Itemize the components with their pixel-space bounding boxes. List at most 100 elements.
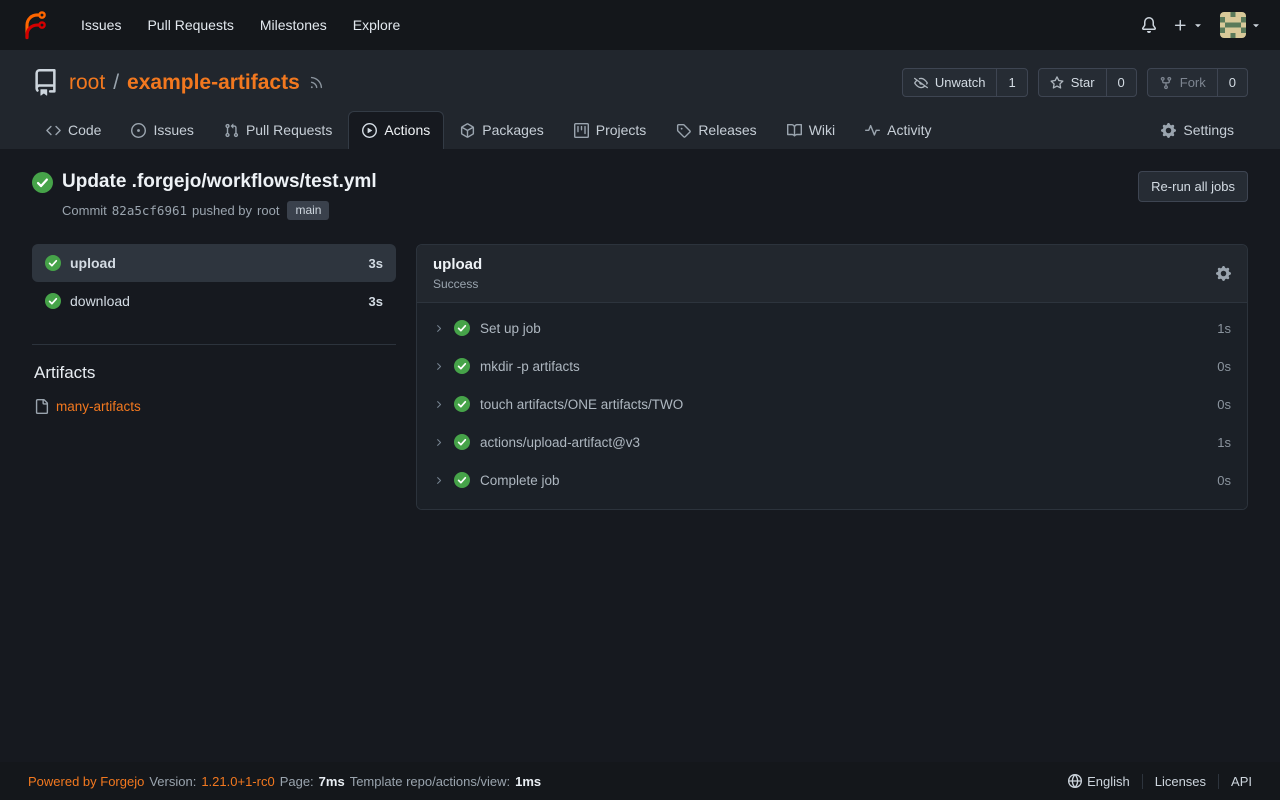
issue-icon xyxy=(131,123,146,138)
tab-pull-requests[interactable]: Pull Requests xyxy=(210,111,346,149)
unwatch-button[interactable]: Unwatch 1 xyxy=(902,68,1028,97)
job-success-icon xyxy=(45,293,61,309)
globe-icon xyxy=(1068,774,1082,788)
tab-actions[interactable]: Actions xyxy=(348,111,444,149)
nav-issues[interactable]: Issues xyxy=(68,9,134,41)
plus-icon xyxy=(1173,18,1188,33)
page-time-label: Page: xyxy=(280,774,314,789)
repo-tabs: Code Issues Pull Requests Actions Packag… xyxy=(32,111,1248,149)
author-link[interactable]: root xyxy=(257,203,279,218)
run-commit-line: Commit 82a5cf6961 pushed by root main xyxy=(62,201,377,220)
step-name: Complete job xyxy=(480,473,560,488)
commit-sha-link[interactable]: 82a5cf6961 xyxy=(112,203,187,218)
powered-by-link[interactable]: Powered by Forgejo xyxy=(28,774,144,789)
eye-slash-icon xyxy=(914,76,928,90)
chevron-right-icon[interactable] xyxy=(433,323,444,334)
nav-explore[interactable]: Explore xyxy=(340,9,413,41)
repo-actions: Unwatch 1 Star 0 Fork 0 xyxy=(902,68,1248,97)
play-circle-icon xyxy=(362,123,377,138)
step-success-icon xyxy=(454,396,470,412)
watchers-count[interactable]: 1 xyxy=(996,69,1026,96)
api-link[interactable]: API xyxy=(1218,774,1252,789)
job-options-gear-icon[interactable] xyxy=(1216,266,1231,281)
chevron-right-icon[interactable] xyxy=(433,399,444,410)
step-row-complete-job[interactable]: Complete job 0s xyxy=(417,461,1247,499)
tab-issues[interactable]: Issues xyxy=(117,111,207,149)
licenses-link[interactable]: Licenses xyxy=(1142,774,1218,789)
fork-label: Fork xyxy=(1180,75,1206,90)
chevron-down-icon xyxy=(1192,19,1204,31)
run-success-icon xyxy=(32,172,53,193)
repo-owner-link[interactable]: root xyxy=(69,71,105,95)
tab-settings[interactable]: Settings xyxy=(1147,111,1248,149)
repo-name-link[interactable]: example-artifacts xyxy=(127,71,300,95)
template-time-value: 1ms xyxy=(515,774,541,789)
step-name: actions/upload-artifact@v3 xyxy=(480,435,640,450)
star-label: Star xyxy=(1071,75,1095,90)
job-item-upload[interactable]: upload 3s xyxy=(32,244,396,282)
chevron-right-icon[interactable] xyxy=(433,361,444,372)
language-selector[interactable]: English xyxy=(1056,774,1142,789)
step-success-icon xyxy=(454,358,470,374)
gear-icon xyxy=(1161,123,1176,138)
main-navigation: Issues Pull Requests Milestones Explore xyxy=(68,9,413,41)
tab-releases[interactable]: Releases xyxy=(662,111,770,149)
job-status-label: Success xyxy=(433,277,482,291)
actions-run-view: Update .forgejo/workflows/test.yml Commi… xyxy=(0,149,1280,762)
step-name: Set up job xyxy=(480,321,541,336)
tab-activity[interactable]: Activity xyxy=(851,111,945,149)
job-item-download[interactable]: download 3s xyxy=(32,282,396,320)
template-time-label: Template repo/actions/view: xyxy=(350,774,510,789)
job-detail-title: upload xyxy=(433,256,482,273)
artifact-item[interactable]: many-artifacts xyxy=(32,399,396,414)
step-success-icon xyxy=(454,320,470,336)
fork-button[interactable]: Fork 0 xyxy=(1147,68,1248,97)
run-title: Update .forgejo/workflows/test.yml xyxy=(62,171,377,193)
nav-milestones[interactable]: Milestones xyxy=(247,9,340,41)
avatar[interactable] xyxy=(1220,12,1246,38)
step-success-icon xyxy=(454,472,470,488)
step-row-set-up-job[interactable]: Set up job 1s xyxy=(417,309,1247,347)
top-navbar: Issues Pull Requests Milestones Explore xyxy=(0,0,1280,50)
rerun-all-jobs-button[interactable]: Re-run all jobs xyxy=(1138,171,1248,202)
artifact-download-link[interactable]: many-artifacts xyxy=(56,399,141,414)
star-icon xyxy=(1050,76,1064,90)
project-icon xyxy=(574,123,589,138)
pulse-icon xyxy=(865,123,880,138)
step-duration: 0s xyxy=(1217,397,1231,412)
step-duration: 0s xyxy=(1217,473,1231,488)
step-duration: 1s xyxy=(1217,321,1231,336)
fork-icon xyxy=(1159,76,1173,90)
notifications-bell-icon[interactable] xyxy=(1141,17,1157,33)
step-duration: 0s xyxy=(1217,359,1231,374)
job-name: upload xyxy=(70,255,116,271)
chevron-right-icon[interactable] xyxy=(433,437,444,448)
stars-count[interactable]: 0 xyxy=(1106,69,1136,96)
tab-packages[interactable]: Packages xyxy=(446,111,557,149)
chevron-right-icon[interactable] xyxy=(433,475,444,486)
forgejo-logo-icon[interactable] xyxy=(18,10,48,40)
step-row-mkdir[interactable]: mkdir -p artifacts 0s xyxy=(417,347,1247,385)
step-row-upload-artifact[interactable]: actions/upload-artifact@v3 1s xyxy=(417,423,1247,461)
repo-title: root / example-artifacts xyxy=(69,71,300,95)
forks-count[interactable]: 0 xyxy=(1217,69,1247,96)
tab-wiki[interactable]: Wiki xyxy=(773,111,849,149)
tab-projects[interactable]: Projects xyxy=(560,111,661,149)
tab-code[interactable]: Code xyxy=(32,111,115,149)
branch-badge[interactable]: main xyxy=(287,201,329,220)
create-new-menu[interactable] xyxy=(1173,18,1204,33)
job-detail-header: upload Success xyxy=(417,245,1247,303)
page-time-value: 7ms xyxy=(319,774,345,789)
code-icon xyxy=(46,123,61,138)
user-menu[interactable] xyxy=(1220,12,1262,38)
version-link[interactable]: 1.21.0+1-rc0 xyxy=(201,774,274,789)
repo-icon xyxy=(32,69,59,96)
chevron-down-icon xyxy=(1250,19,1262,31)
nav-pull-requests[interactable]: Pull Requests xyxy=(134,9,246,41)
step-row-touch[interactable]: touch artifacts/ONE artifacts/TWO 0s xyxy=(417,385,1247,423)
version-label: Version: xyxy=(149,774,196,789)
star-button[interactable]: Star 0 xyxy=(1038,68,1137,97)
step-name: mkdir -p artifacts xyxy=(480,359,580,374)
page-footer: Powered by Forgejo Version: 1.21.0+1-rc0… xyxy=(0,762,1280,800)
rss-icon[interactable] xyxy=(309,75,324,90)
